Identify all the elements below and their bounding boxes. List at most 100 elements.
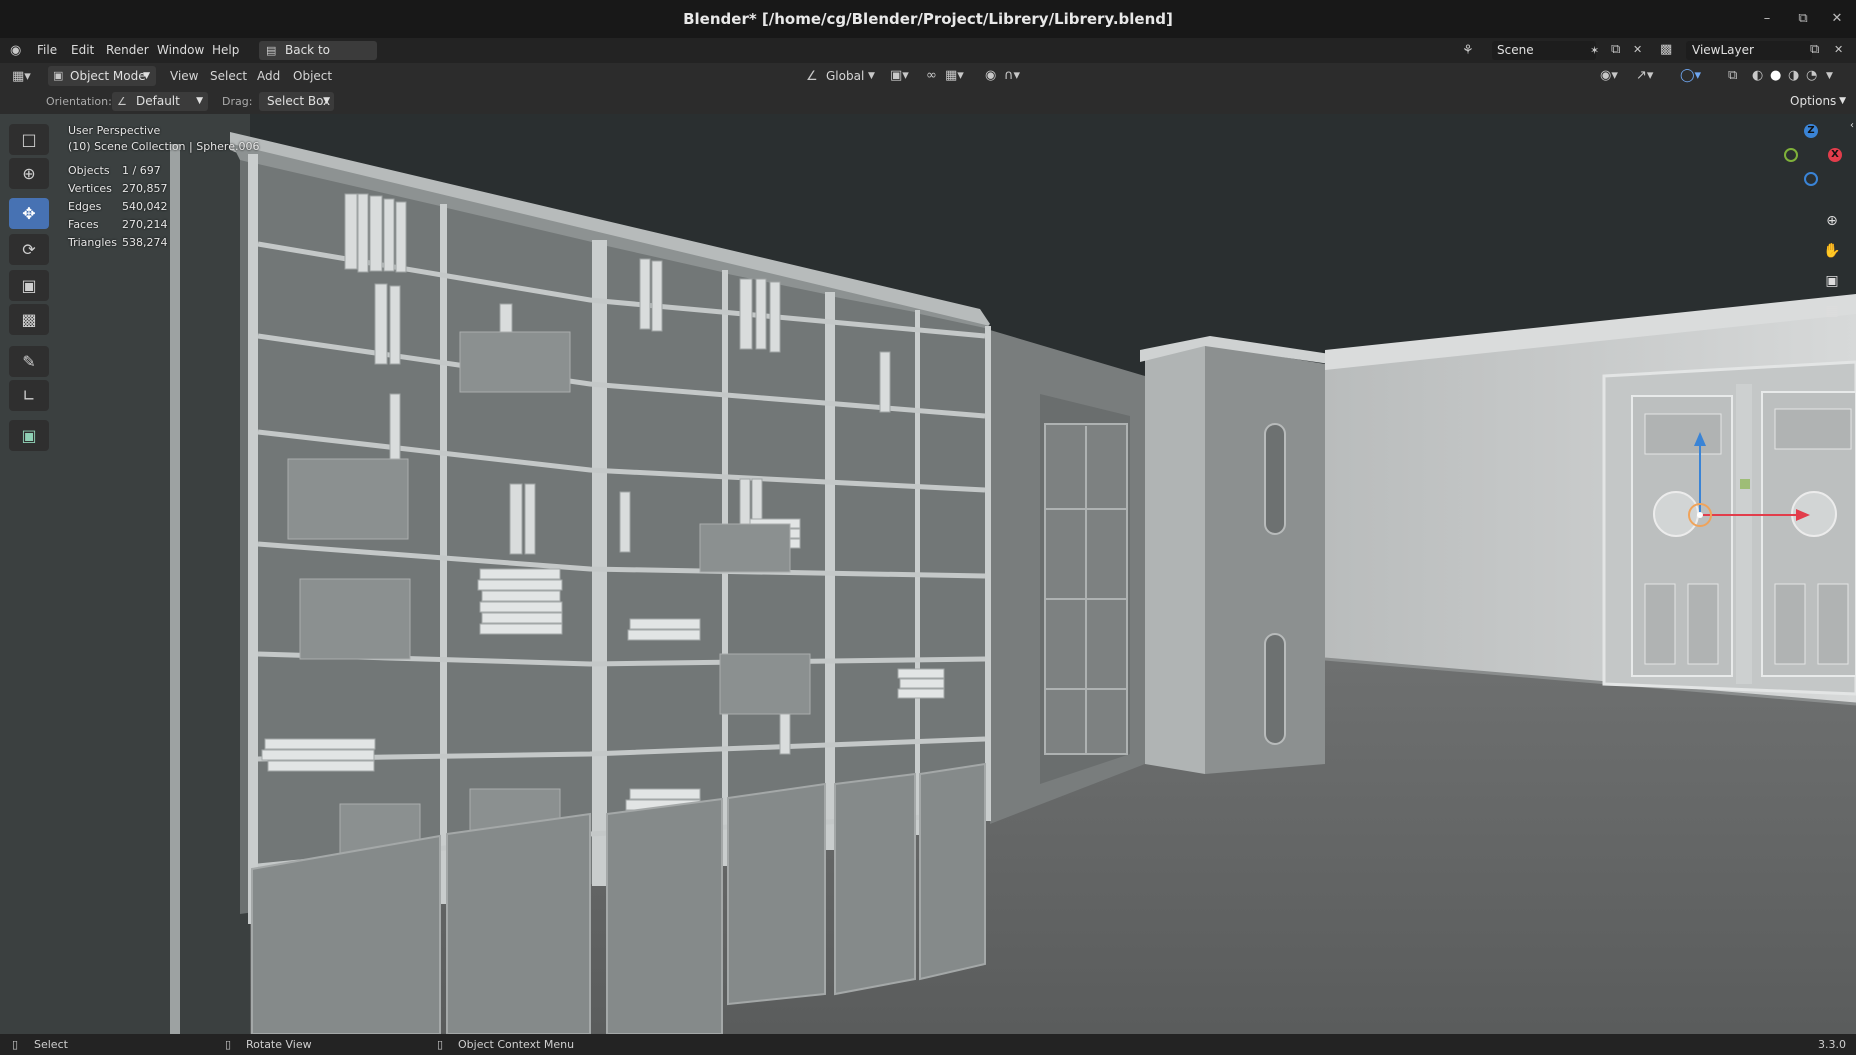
editor-type-icon[interactable]: ▦▾ [12,69,31,85]
navigation-gizmo[interactable]: Z X [1770,114,1850,194]
options-label: Options [1790,94,1837,108]
menu-select[interactable]: Select [210,69,247,83]
maximize-icon[interactable]: ⧉ [1792,9,1814,29]
orientation-icon: ∠ [117,95,127,108]
screen-icon: ▤ [266,44,277,57]
pan-hand-icon[interactable]: ✋ [1820,239,1844,263]
proportional-edit-icon[interactable]: ◉ [985,68,996,84]
annotate-icon[interactable]: ✎ [9,346,49,377]
overlays-toggle-icon[interactable]: ◯▾ [1680,68,1701,84]
move-icon[interactable]: ✥ [9,198,49,229]
drag-label: Drag: [222,95,253,108]
scene-icon[interactable]: ⚘ [1462,43,1474,59]
axis-neg-z-handle[interactable] [1804,172,1818,186]
camera-icon[interactable]: ▣ [1820,269,1844,293]
orientation-value: Default [136,94,180,108]
delete-scene-icon[interactable]: ✕ [1633,42,1642,58]
cursor-icon[interactable]: ⊕ [9,158,49,189]
visibility-icon[interactable]: ◉▾ [1600,68,1618,84]
window-titlebar: Blender* [/home/cg/Blender/Project/Libre… [0,0,1856,38]
window-title: Blender* [/home/cg/Blender/Project/Libre… [683,10,1173,28]
drag-value: Select Box [267,94,331,108]
snap-target-icon[interactable]: ▦▾ [945,68,964,84]
rotate-icon[interactable]: ⟳ [9,234,49,265]
menu-file[interactable]: File [37,43,57,57]
menu-object[interactable]: Object [293,69,332,83]
transform-icon[interactable]: ▩ [9,304,49,335]
menu-edit[interactable]: Edit [71,43,94,57]
stat-objects-value: 1 / 697 [122,164,161,177]
axis-z-handle[interactable]: Z [1804,124,1818,138]
falloff-icon[interactable]: ∩▾ [1004,68,1020,84]
object-mode-icon: ▣ [53,69,64,82]
grid-view-icon[interactable]: ▦ [1820,299,1844,323]
menu-add[interactable]: Add [257,69,280,83]
status-select: Select [34,1038,68,1051]
status-context-menu: Object Context Menu [458,1038,575,1051]
delete-view-layer-icon[interactable]: ✕ [1834,42,1843,58]
chevron-down-icon: ▼ [323,96,330,106]
menu-help[interactable]: Help [212,43,239,57]
chevron-down-icon: ▼ [1839,96,1846,106]
chevron-down-icon[interactable]: ▼ [868,68,875,84]
back-to-previous-button[interactable]: ▤ Back to Previous [259,41,377,76]
stat-triangles-label: Triangles [68,236,117,249]
wireframe-shading-icon[interactable]: ◐ [1752,68,1763,84]
stat-faces-label: Faces [68,218,99,231]
axis-x-handle[interactable]: X [1828,148,1842,162]
snap-toggle-icon[interactable]: ∞ [926,68,937,84]
measure-icon[interactable]: ∟ [9,380,49,411]
close-icon[interactable]: ✕ [1826,9,1848,29]
menu-window[interactable]: Window [157,43,204,57]
scene-field[interactable]: Scene [1492,41,1596,60]
stat-vertices-value: 270,857 [122,182,168,195]
pin-icon[interactable]: ✶ [1590,43,1599,59]
zoom-icon[interactable]: ⊕ [1820,209,1844,233]
menu-view[interactable]: View [170,69,198,83]
chevron-down-icon[interactable]: ▼ [1826,68,1833,84]
rendered-shading-icon[interactable]: ◔ [1806,68,1817,84]
scale-icon[interactable]: ▣ [9,270,49,301]
transform-orientation-icon[interactable]: ∠ [806,69,818,85]
options-dropdown[interactable]: Options ▼ [1782,92,1850,111]
menu-render[interactable]: Render [106,43,149,57]
stat-edges-value: 540,042 [122,200,168,213]
pivot-point-icon[interactable]: ▣▾ [890,68,909,84]
select-box-icon[interactable]: □ [9,124,49,155]
stat-triangles-value: 538,274 [122,236,168,249]
view-layer-icon[interactable]: ▩ [1660,42,1672,58]
new-view-layer-icon[interactable]: ⧉ [1810,42,1819,58]
drag-dropdown[interactable]: Select Box ▼ [259,92,334,111]
orientation-dropdown[interactable]: ∠ Default ▼ [112,92,208,111]
top-menu-bar: ◉ File Edit Render Window Help ▤ Back to… [0,38,1856,76]
gizmo-toggle-icon[interactable]: ↗▾ [1636,68,1653,84]
xray-toggle-icon[interactable]: ⧉ [1728,68,1737,84]
sidebar-toggle-icon[interactable]: ‹ [1840,114,1856,138]
blender-logo-icon[interactable]: ◉ [10,43,21,59]
material-shading-icon[interactable]: ◑ [1788,68,1799,84]
mouse-left-icon: ▯ [12,1038,19,1051]
minimize-icon[interactable]: – [1756,9,1778,29]
chevron-down-icon: ▼ [143,71,150,81]
mouse-middle-icon: ▯ [225,1038,232,1051]
chevron-down-icon: ▼ [196,96,203,106]
new-scene-icon[interactable]: ⧉ [1611,42,1620,58]
viewport-header: ▦▾ ▣ Object Mode ▼ View Select Add Objec… [0,63,1856,90]
status-bar: ▯ Select ▯ Rotate View ▯ Object Context … [0,1034,1856,1055]
orientation-label: Orientation: [46,95,112,108]
view-layer-field[interactable]: ViewLayer [1686,41,1812,60]
solid-shading-icon[interactable]: ● [1770,68,1781,84]
version-label: 3.3.0 [1818,1038,1846,1051]
scene-name: Scene [1497,43,1534,57]
stat-edges-label: Edges [68,200,102,213]
transform-orientation-value[interactable]: Global [826,69,864,83]
axis-y-handle[interactable] [1784,148,1798,162]
mode-dropdown[interactable]: ▣ Object Mode ▼ [48,66,156,86]
active-collection: (10) Scene Collection | Sphere.006 [68,140,260,153]
add-cube-icon[interactable]: ▣ [9,420,49,451]
3d-viewport[interactable]: User Perspective (10) Scene Collection |… [0,114,1856,1034]
scene-render [0,114,1856,1034]
mode-label: Object Mode [70,69,146,83]
mouse-right-icon: ▯ [437,1038,444,1051]
view-layer-name: ViewLayer [1692,43,1754,57]
